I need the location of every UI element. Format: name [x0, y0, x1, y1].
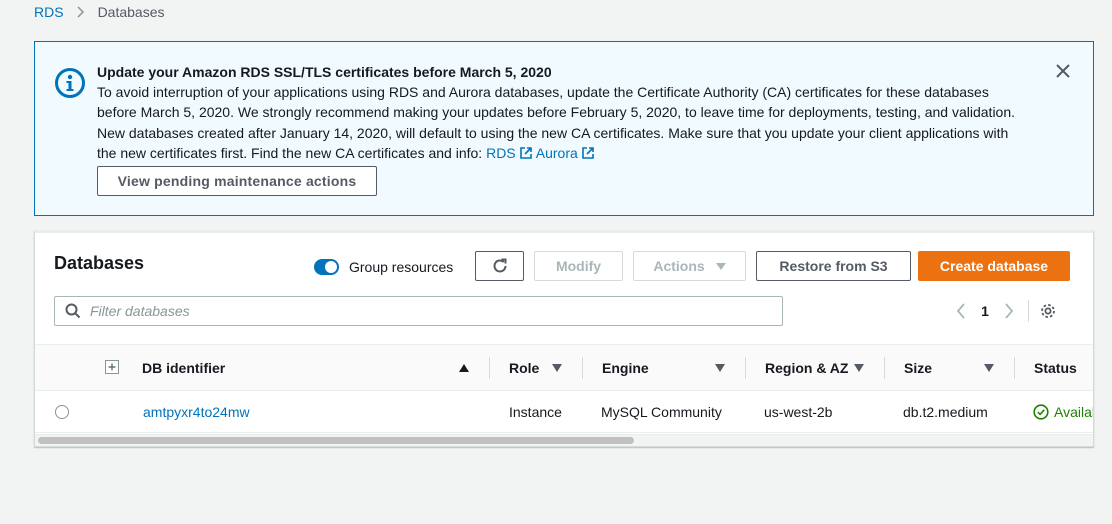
column-status[interactable]: Status: [1034, 345, 1077, 390]
cell-region: us-west-2b: [764, 404, 833, 420]
expand-all-icon[interactable]: [105, 360, 119, 374]
cell-size: db.t2.medium: [903, 404, 988, 420]
restore-from-s3-button[interactable]: Restore from S3: [756, 251, 911, 281]
horizontal-scrollbar[interactable]: [35, 434, 1093, 446]
check-circle-icon: [1033, 404, 1049, 420]
rds-link-label: RDS: [486, 144, 516, 161]
aurora-docs-link[interactable]: Aurora: [536, 145, 595, 161]
column-db-identifier[interactable]: DB identifier: [142, 345, 225, 390]
sort-ascending-icon[interactable]: [459, 364, 469, 372]
cell-engine: MySQL Community: [601, 404, 722, 420]
group-resources-toggle[interactable]: Group resources: [314, 259, 453, 275]
table-header: DB identifier Role Engine Region & AZ Si…: [35, 344, 1093, 391]
close-icon[interactable]: [1053, 61, 1073, 81]
row-select-radio[interactable]: [55, 405, 69, 419]
banner-title: Update your Amazon RDS SSL/TLS certifica…: [97, 64, 552, 80]
toggle-label: Group resources: [349, 259, 454, 275]
status-text: Available: [1054, 404, 1093, 420]
column-divider: [1014, 357, 1015, 379]
column-role[interactable]: Role: [509, 345, 539, 390]
column-divider: [745, 357, 746, 379]
sort-icon[interactable]: [552, 364, 562, 372]
chevron-left-icon[interactable]: [950, 303, 972, 319]
info-icon: [55, 68, 85, 98]
column-divider: [489, 357, 490, 379]
current-page[interactable]: 1: [972, 303, 998, 319]
external-link-icon: [519, 147, 532, 159]
databases-panel: Databases Group resources Modify Actions…: [34, 230, 1094, 447]
banner-line: New databases created after January 14, …: [97, 124, 1009, 141]
filter-databases-field[interactable]: [54, 296, 783, 326]
column-divider: [582, 357, 583, 379]
certificate-update-banner: Update your Amazon RDS SSL/TLS certifica…: [34, 41, 1094, 216]
column-size[interactable]: Size: [904, 345, 932, 390]
chevron-right-icon: [77, 6, 85, 18]
panel-title: Databases: [54, 253, 145, 273]
search-icon: [65, 303, 81, 319]
view-pending-maintenance-button[interactable]: View pending maintenance actions: [97, 166, 377, 196]
scrollbar-thumb[interactable]: [38, 437, 634, 444]
cell-status: Available: [1033, 391, 1093, 433]
sort-icon[interactable]: [854, 364, 864, 372]
breadcrumb-rds-link[interactable]: RDS: [34, 4, 64, 20]
banner-body: To avoid interruption of your applicatio…: [97, 82, 1057, 163]
column-divider: [884, 357, 885, 379]
banner-line: To avoid interruption of your applicatio…: [97, 84, 989, 100]
column-engine[interactable]: Engine: [602, 345, 649, 390]
toggle-switch[interactable]: [314, 259, 339, 275]
create-database-button[interactable]: Create database: [918, 251, 1070, 281]
db-identifier-link[interactable]: amtpyxr4to24mw: [143, 391, 250, 433]
gear-icon[interactable]: [1039, 302, 1057, 320]
sort-icon[interactable]: [715, 364, 725, 372]
modify-button[interactable]: Modify: [534, 251, 623, 281]
banner-line-last: the new certificates first. Find the new…: [97, 143, 1057, 163]
pagination: 1: [950, 299, 1057, 323]
chevron-right-icon[interactable]: [998, 303, 1020, 319]
actions-button[interactable]: Actions: [633, 251, 746, 281]
rds-docs-link[interactable]: RDS: [486, 145, 533, 161]
actions-label: Actions: [653, 258, 705, 274]
table-row: amtpyxr4to24mw Instance MySQL Community …: [35, 391, 1093, 433]
banner-line: before March 5, 2020. We strongly recomm…: [97, 104, 1016, 121]
toggle-knob: [325, 261, 337, 273]
breadcrumb: RDS Databases: [34, 3, 165, 21]
breadcrumb-current: Databases: [97, 4, 165, 20]
column-region-az[interactable]: Region & AZ: [765, 345, 848, 390]
external-link-icon: [581, 147, 594, 159]
filter-databases-input[interactable]: [90, 303, 710, 319]
pager-divider: [1028, 300, 1029, 322]
caret-down-icon: [715, 262, 726, 270]
aurora-link-label: Aurora: [535, 144, 578, 161]
banner-line-text: the new certificates first. Find the new…: [97, 144, 487, 161]
refresh-button[interactable]: [475, 251, 524, 281]
sort-icon[interactable]: [984, 364, 994, 372]
refresh-icon: [493, 258, 506, 273]
cell-role: Instance: [509, 404, 562, 420]
